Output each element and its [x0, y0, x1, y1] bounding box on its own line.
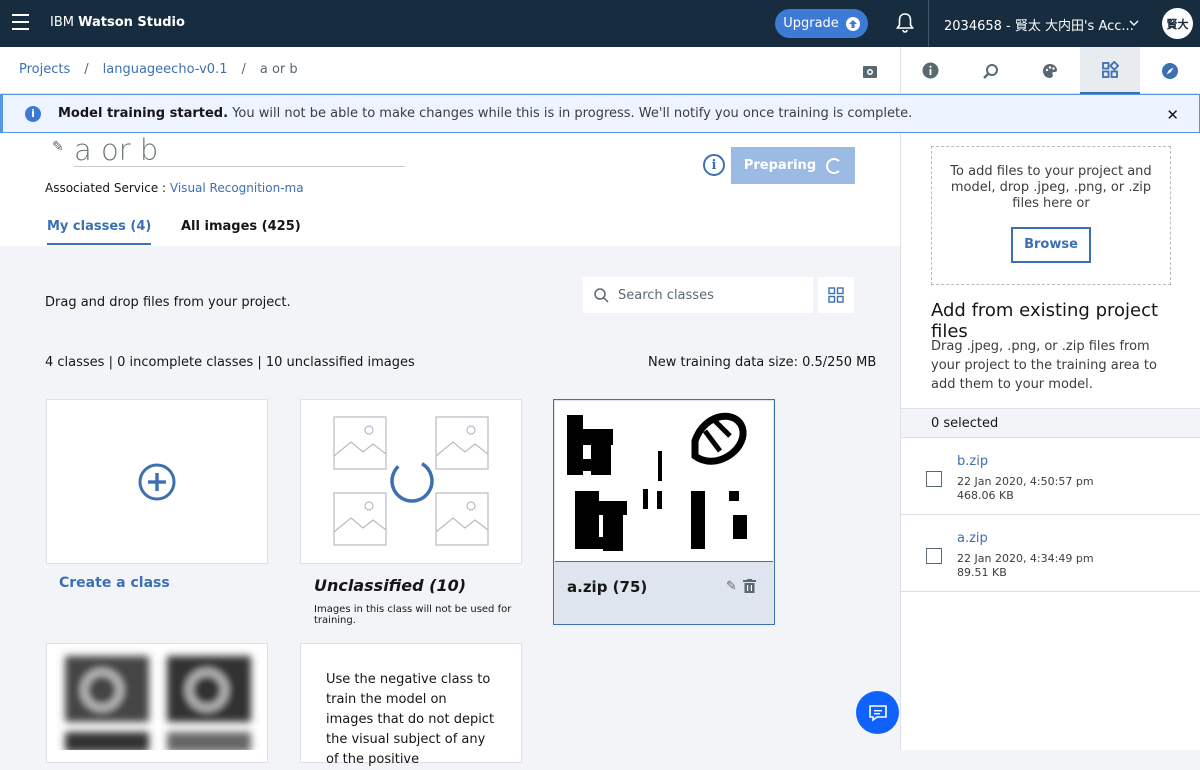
file-name[interactable]: a.zip: [957, 531, 988, 546]
class-thumbnail-collage: [567, 412, 747, 551]
selected-count: 0 selected: [901, 408, 1200, 438]
search-input[interactable]: Search classes: [618, 288, 714, 303]
class-thumbnail-collage: [65, 656, 251, 752]
breadcrumb-project[interactable]: languageecho-v0.1: [103, 62, 228, 77]
unclassified-note: Images in this class will not be used fo…: [314, 604, 512, 626]
tab-data[interactable]: [1080, 47, 1141, 94]
breadcrumb: Projects / languageecho-v0.1 / a or b: [19, 62, 298, 77]
model-name-input[interactable]: a or b: [74, 133, 158, 167]
browse-button[interactable]: Browse: [1011, 227, 1091, 263]
add-files-description: Drag .jpeg, .png, or .zip files from you…: [931, 339, 1157, 392]
file-list-item[interactable]: b.zip 22 Jan 2020, 4:50:57 pm 468.06 KB: [901, 438, 1200, 515]
info-icon[interactable]: i: [703, 154, 725, 176]
chevron-down-icon[interactable]: [1129, 18, 1139, 28]
create-class-link[interactable]: Create a class: [59, 575, 170, 591]
search-icon: [594, 287, 609, 303]
negative-class-card[interactable]: Use the negative class to train the mode…: [300, 643, 522, 767]
notification-message: Model training started. You will not be …: [58, 106, 912, 121]
hamburger-menu-icon[interactable]: [12, 14, 29, 30]
class-card-a-zip[interactable]: a.zip (75) ✎: [553, 399, 775, 625]
file-date: 22 Jan 2020, 4:50:57 pm: [957, 475, 1094, 488]
image-placeholder-icon: [435, 492, 489, 546]
training-notification: i Model training started. You will not b…: [0, 94, 1200, 133]
notification-title: Model training started.: [58, 106, 229, 121]
side-panel-tabs: [900, 47, 1200, 94]
file-size: 89.51 KB: [957, 566, 1007, 579]
tab-palette[interactable]: [1021, 47, 1081, 94]
info-icon: i: [25, 105, 41, 122]
associated-service: Associated Service : Visual Recognition-…: [45, 181, 304, 195]
model-header: ✎ a or b Associated Service : Visual Rec…: [0, 133, 900, 246]
brand-prefix: IBM: [50, 15, 74, 30]
create-class-card[interactable]: [46, 399, 268, 564]
file-checkbox[interactable]: [926, 471, 942, 487]
training-data-size: New training data size: 0.5/250 MB: [648, 355, 877, 370]
info-icon: [922, 62, 939, 79]
file-list-item[interactable]: a.zip 22 Jan 2020, 4:34:49 pm 89.51 KB: [901, 515, 1200, 592]
tab-compass[interactable]: [1140, 47, 1200, 94]
upgrade-label: Upgrade: [783, 16, 839, 31]
edit-pencil-icon[interactable]: ✎: [52, 139, 64, 155]
snapshot-icon[interactable]: [862, 64, 878, 80]
associated-service-link[interactable]: Visual Recognition-ma: [170, 181, 304, 195]
class-card-blurred[interactable]: [46, 643, 268, 763]
file-checkbox[interactable]: [926, 548, 942, 564]
compass-icon: [1162, 62, 1179, 79]
tab-my-classes[interactable]: My classes (4): [47, 219, 152, 245]
upload-arrow-icon: [845, 16, 860, 31]
image-placeholder-icon: [333, 492, 387, 546]
image-placeholder-icon: [333, 416, 387, 470]
edit-pencil-icon[interactable]: ✎: [726, 579, 737, 594]
tab-info[interactable]: [901, 47, 961, 94]
class-name: a.zip (75): [567, 578, 648, 596]
grid-icon: [828, 287, 844, 303]
tab-find[interactable]: [961, 47, 1021, 94]
loading-spinner-icon: [826, 157, 843, 174]
palette-icon: [1043, 63, 1058, 78]
dropzone-text: To add files to your project and model, …: [950, 164, 1152, 211]
topbar-divider: [928, 0, 929, 47]
top-navigation-bar: IBM Watson Studio Upgrade 2034658 - 賢太 大…: [0, 0, 1200, 47]
file-size: 468.06 KB: [957, 489, 1014, 502]
associated-service-label: Associated Service :: [45, 181, 167, 195]
class-thumbnails: [555, 401, 773, 562]
notifications-bell-icon[interactable]: [895, 12, 915, 34]
file-date: 22 Jan 2020, 4:34:49 pm: [957, 552, 1094, 565]
upgrade-button[interactable]: Upgrade: [775, 9, 868, 38]
close-icon[interactable]: ✕: [1166, 106, 1179, 124]
loading-spinner-icon: [390, 459, 434, 503]
add-files-title: Add from existing project files: [931, 300, 1159, 342]
find-icon: [982, 63, 998, 79]
brand-name: Watson Studio: [78, 15, 185, 30]
breadcrumb-current: a or b: [259, 62, 298, 77]
class-stats: 4 classes | 0 incomplete classes | 10 un…: [45, 355, 415, 370]
data-icon: [1102, 60, 1120, 78]
chat-button[interactable]: [856, 691, 899, 734]
image-placeholder-icon: [435, 416, 489, 470]
model-name-underline: [74, 166, 405, 167]
file-name[interactable]: b.zip: [957, 454, 988, 469]
grid-view-button[interactable]: [818, 277, 854, 313]
drag-instructions: Drag and drop files from your project.: [45, 295, 291, 310]
add-circle-icon: [138, 463, 176, 500]
trash-icon[interactable]: [742, 579, 756, 593]
breadcrumb-bar: Projects / languageecho-v0.1 / a or b: [0, 47, 1200, 94]
user-avatar[interactable]: 賢大: [1162, 8, 1193, 39]
file-dropzone[interactable]: To add files to your project and model, …: [931, 146, 1171, 285]
product-brand[interactable]: IBM Watson Studio: [50, 15, 185, 30]
preparing-button: Preparing: [731, 147, 855, 184]
data-side-panel: To add files to your project and model, …: [900, 133, 1200, 750]
preparing-label: Preparing: [743, 158, 817, 173]
search-classes-field[interactable]: Search classes: [583, 277, 813, 313]
class-actions: ✎: [726, 579, 756, 594]
breadcrumb-separator: /: [84, 62, 89, 77]
tab-all-images[interactable]: All images (425): [181, 219, 301, 243]
unclassified-card[interactable]: [300, 399, 522, 564]
breadcrumb-separator: /: [241, 62, 246, 77]
notification-body: You will not be able to make changes whi…: [232, 106, 913, 121]
account-switcher[interactable]: 2034658 - 賢太 大内田's Acc...: [944, 15, 1134, 34]
breadcrumb-projects[interactable]: Projects: [19, 62, 70, 77]
unclassified-title: Unclassified (10): [314, 576, 467, 595]
chat-icon: [868, 704, 887, 722]
